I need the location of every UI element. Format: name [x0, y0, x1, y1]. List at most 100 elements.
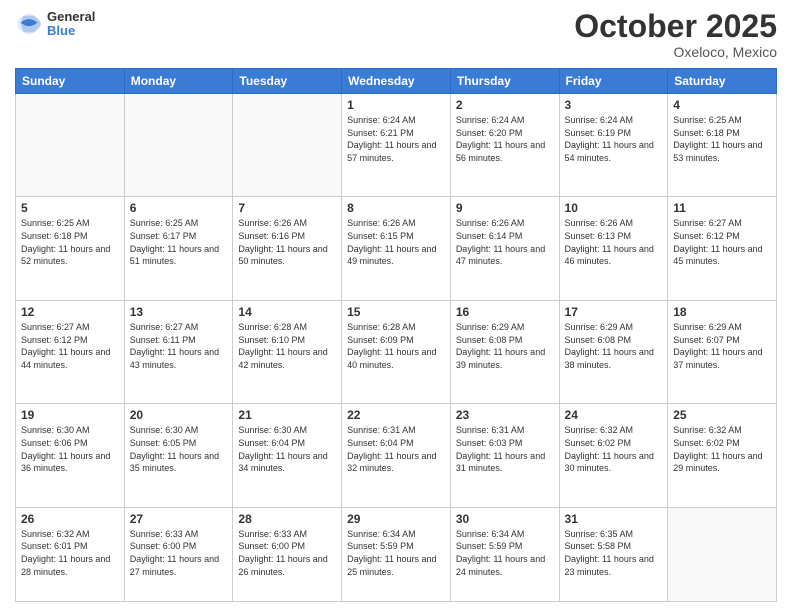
table-row: 31Sunrise: 6:35 AMSunset: 5:58 PMDayligh…	[559, 507, 668, 601]
day-number: 27	[130, 512, 228, 526]
calendar-week-3: 12 Sunrise: 6:27 AMSunset: 6:12 PMDayligh…	[16, 300, 777, 403]
col-saturday: Saturday	[668, 69, 777, 94]
day-number: 5	[21, 201, 119, 215]
day-info: Sunrise: 6:24 AMSunset: 6:21 PMDaylight:…	[347, 114, 445, 164]
table-row: 26Sunrise: 6:32 AMSunset: 6:01 PMDayligh…	[16, 507, 125, 601]
day-info: Sunrise: 6:24 AMSunset: 6:19 PMDaylight:…	[565, 114, 663, 164]
table-row: 4 Sunrise: 6:25 AMSunset: 6:18 PMDaylight…	[668, 94, 777, 197]
table-row: 11 Sunrise: 6:27 AMSunset: 6:12 PMDayligh…	[668, 197, 777, 300]
logo-icon	[15, 10, 43, 38]
day-number: 12	[21, 305, 119, 319]
header: General Blue October 2025 Oxeloco, Mexic…	[15, 10, 777, 60]
table-row: 21 Sunrise: 6:30 AMSunset: 6:04 PMDayligh…	[233, 404, 342, 507]
day-info: Sunrise: 6:34 AMSunset: 5:59 PMDaylight:…	[456, 528, 554, 578]
table-row: 25 Sunrise: 6:32 AMSunset: 6:02 PMDayligh…	[668, 404, 777, 507]
table-row: 16Sunrise: 6:29 AMSunset: 6:08 PMDayligh…	[450, 300, 559, 403]
calendar-table: Sunday Monday Tuesday Wednesday Thursday…	[15, 68, 777, 602]
day-number: 30	[456, 512, 554, 526]
table-row: 5 Sunrise: 6:25 AMSunset: 6:18 PMDaylight…	[16, 197, 125, 300]
day-number: 29	[347, 512, 445, 526]
day-info: Sunrise: 6:30 AMSunset: 6:06 PMDaylight:…	[21, 424, 119, 474]
day-info: Sunrise: 6:31 AMSunset: 6:04 PMDaylight:…	[347, 424, 445, 474]
table-row: 27 Sunrise: 6:33 AMSunset: 6:00 PMDayligh…	[124, 507, 233, 601]
table-row: 3Sunrise: 6:24 AMSunset: 6:19 PMDaylight…	[559, 94, 668, 197]
page: General Blue October 2025 Oxeloco, Mexic…	[0, 0, 792, 612]
day-number: 21	[238, 408, 336, 422]
day-number: 2	[456, 98, 554, 112]
day-number: 18	[673, 305, 771, 319]
day-info: Sunrise: 6:26 AMSunset: 6:15 PMDaylight:…	[347, 217, 445, 267]
day-info: Sunrise: 6:28 AMSunset: 6:09 PMDaylight:…	[347, 321, 445, 371]
day-info: Sunrise: 6:29 AMSunset: 6:08 PMDaylight:…	[565, 321, 663, 371]
day-number: 13	[130, 305, 228, 319]
day-number: 19	[21, 408, 119, 422]
calendar-week-1: 1 Sunrise: 6:24 AMSunset: 6:21 PMDaylight…	[16, 94, 777, 197]
logo-text: General Blue	[47, 10, 95, 39]
table-row: 22 Sunrise: 6:31 AMSunset: 6:04 PMDayligh…	[342, 404, 451, 507]
logo: General Blue	[15, 10, 95, 39]
table-row: 7Sunrise: 6:26 AMSunset: 6:16 PMDaylight…	[233, 197, 342, 300]
table-row: 14Sunrise: 6:28 AMSunset: 6:10 PMDayligh…	[233, 300, 342, 403]
day-number: 14	[238, 305, 336, 319]
day-number: 17	[565, 305, 663, 319]
day-number: 7	[238, 201, 336, 215]
day-info: Sunrise: 6:32 AMSunset: 6:02 PMDaylight:…	[565, 424, 663, 474]
day-number: 11	[673, 201, 771, 215]
day-info: Sunrise: 6:32 AMSunset: 6:02 PMDaylight:…	[673, 424, 771, 474]
calendar-header-row: Sunday Monday Tuesday Wednesday Thursday…	[16, 69, 777, 94]
day-info: Sunrise: 6:33 AMSunset: 6:00 PMDaylight:…	[238, 528, 336, 578]
col-thursday: Thursday	[450, 69, 559, 94]
day-number: 9	[456, 201, 554, 215]
table-row	[233, 94, 342, 197]
table-row: 8 Sunrise: 6:26 AMSunset: 6:15 PMDaylight…	[342, 197, 451, 300]
calendar-week-2: 5 Sunrise: 6:25 AMSunset: 6:18 PMDaylight…	[16, 197, 777, 300]
day-info: Sunrise: 6:24 AMSunset: 6:20 PMDaylight:…	[456, 114, 554, 164]
col-wednesday: Wednesday	[342, 69, 451, 94]
day-info: Sunrise: 6:30 AMSunset: 6:05 PMDaylight:…	[130, 424, 228, 474]
calendar-week-4: 19 Sunrise: 6:30 AMSunset: 6:06 PMDayligh…	[16, 404, 777, 507]
table-row: 1 Sunrise: 6:24 AMSunset: 6:21 PMDaylight…	[342, 94, 451, 197]
day-number: 28	[238, 512, 336, 526]
day-number: 10	[565, 201, 663, 215]
col-monday: Monday	[124, 69, 233, 94]
col-tuesday: Tuesday	[233, 69, 342, 94]
table-row: 20 Sunrise: 6:30 AMSunset: 6:05 PMDayligh…	[124, 404, 233, 507]
table-row: 15 Sunrise: 6:28 AMSunset: 6:09 PMDayligh…	[342, 300, 451, 403]
col-sunday: Sunday	[16, 69, 125, 94]
calendar-week-5: 26Sunrise: 6:32 AMSunset: 6:01 PMDayligh…	[16, 507, 777, 601]
day-info: Sunrise: 6:34 AMSunset: 5:59 PMDaylight:…	[347, 528, 445, 578]
day-number: 15	[347, 305, 445, 319]
table-row: 17 Sunrise: 6:29 AMSunset: 6:08 PMDayligh…	[559, 300, 668, 403]
day-info: Sunrise: 6:30 AMSunset: 6:04 PMDaylight:…	[238, 424, 336, 474]
day-info: Sunrise: 6:27 AMSunset: 6:12 PMDaylight:…	[21, 321, 119, 371]
day-number: 25	[673, 408, 771, 422]
col-friday: Friday	[559, 69, 668, 94]
day-info: Sunrise: 6:25 AMSunset: 6:18 PMDaylight:…	[673, 114, 771, 164]
day-number: 20	[130, 408, 228, 422]
day-info: Sunrise: 6:33 AMSunset: 6:00 PMDaylight:…	[130, 528, 228, 578]
day-number: 4	[673, 98, 771, 112]
day-info: Sunrise: 6:26 AMSunset: 6:13 PMDaylight:…	[565, 217, 663, 267]
table-row: 19 Sunrise: 6:30 AMSunset: 6:06 PMDayligh…	[16, 404, 125, 507]
day-number: 23	[456, 408, 554, 422]
day-info: Sunrise: 6:32 AMSunset: 6:01 PMDaylight:…	[21, 528, 119, 578]
day-number: 16	[456, 305, 554, 319]
day-info: Sunrise: 6:25 AMSunset: 6:18 PMDaylight:…	[21, 217, 119, 267]
table-row: 18Sunrise: 6:29 AMSunset: 6:07 PMDayligh…	[668, 300, 777, 403]
table-row: 10 Sunrise: 6:26 AMSunset: 6:13 PMDayligh…	[559, 197, 668, 300]
table-row	[124, 94, 233, 197]
day-info: Sunrise: 6:25 AMSunset: 6:17 PMDaylight:…	[130, 217, 228, 267]
table-row: 12 Sunrise: 6:27 AMSunset: 6:12 PMDayligh…	[16, 300, 125, 403]
day-number: 31	[565, 512, 663, 526]
day-number: 8	[347, 201, 445, 215]
day-info: Sunrise: 6:27 AMSunset: 6:12 PMDaylight:…	[673, 217, 771, 267]
day-number: 22	[347, 408, 445, 422]
table-row: 23Sunrise: 6:31 AMSunset: 6:03 PMDayligh…	[450, 404, 559, 507]
location: Oxeloco, Mexico	[574, 44, 777, 60]
table-row: 6 Sunrise: 6:25 AMSunset: 6:17 PMDaylight…	[124, 197, 233, 300]
table-row: 30 Sunrise: 6:34 AMSunset: 5:59 PMDayligh…	[450, 507, 559, 601]
title-block: October 2025 Oxeloco, Mexico	[574, 10, 777, 60]
day-number: 1	[347, 98, 445, 112]
day-number: 6	[130, 201, 228, 215]
logo-blue: Blue	[47, 24, 95, 38]
